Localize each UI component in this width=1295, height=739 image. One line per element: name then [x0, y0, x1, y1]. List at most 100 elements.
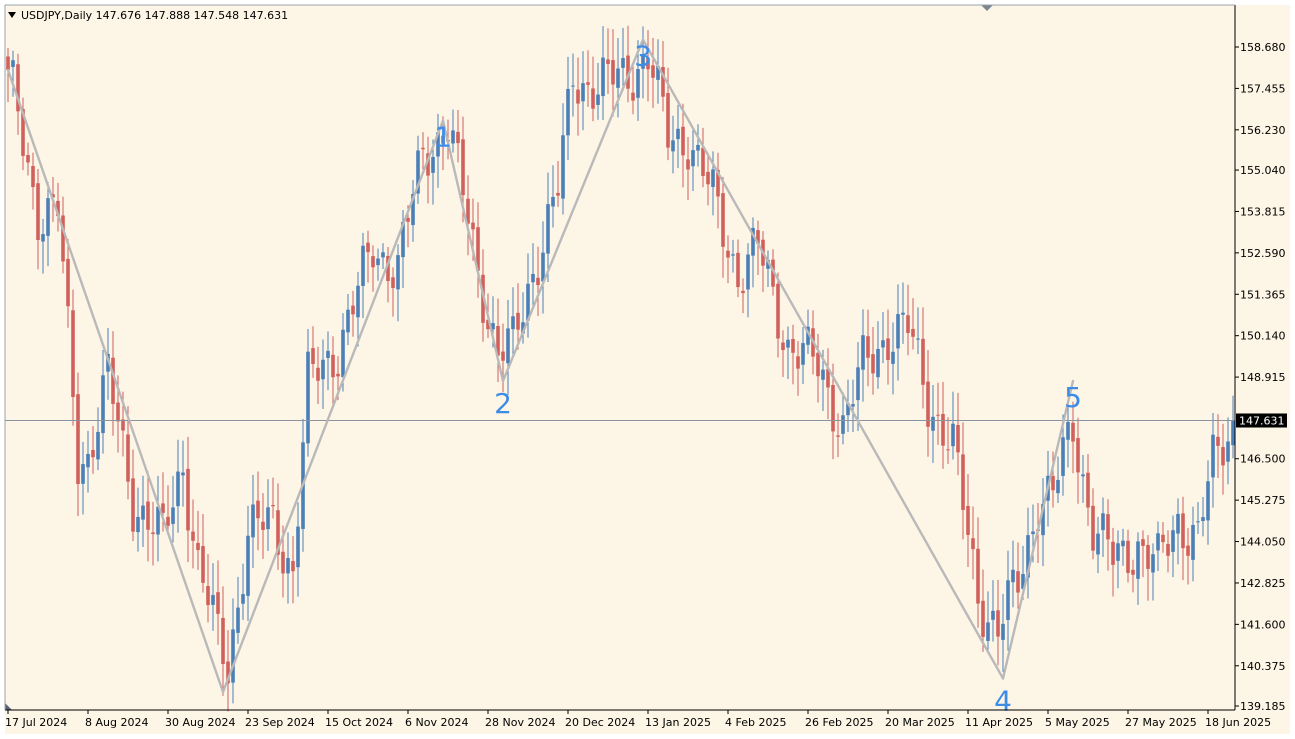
bear-candle: [886, 338, 890, 360]
bull-candle: [916, 338, 920, 340]
bear-candle: [736, 252, 740, 288]
price-tick-label: 157.455: [1240, 82, 1286, 95]
bull-candle: [1151, 554, 1155, 573]
bull-candle: [851, 404, 855, 407]
bull-candle: [896, 314, 900, 349]
bear-candle: [31, 166, 35, 188]
bull-candle: [696, 144, 700, 151]
bear-candle: [576, 89, 580, 104]
bear-candle: [961, 454, 965, 510]
bull-candle: [1011, 569, 1015, 583]
bull-candle: [1136, 541, 1140, 579]
bear-candle: [686, 159, 690, 170]
bull-candle: [671, 140, 675, 152]
bear-candle: [921, 338, 925, 385]
symbol-dropdown-icon[interactable]: [8, 12, 16, 18]
price-tick-label: 140.375: [1240, 660, 1286, 673]
bull-candle: [901, 312, 905, 315]
bull-candle: [171, 507, 175, 524]
bull-candle: [596, 94, 600, 105]
bear-candle: [1131, 569, 1135, 575]
bear-candle: [256, 500, 260, 519]
bull-candle: [511, 316, 515, 330]
bear-candle: [311, 348, 315, 364]
price-tick-label: 156.230: [1240, 124, 1286, 137]
chart-canvas[interactable]: 1 2 3 4 5 158.680 157.455 156.230 155.040 153.81…: [0, 0, 1295, 739]
bear-candle: [871, 354, 875, 374]
bull-candle: [361, 245, 365, 286]
bull-candle: [1196, 521, 1200, 523]
price-tick-label: 153.815: [1240, 205, 1286, 218]
bear-candle: [1106, 514, 1110, 540]
bear-candle: [71, 310, 75, 398]
bull-candle: [1061, 437, 1065, 476]
bear-candle: [121, 419, 125, 431]
bear-candle: [191, 531, 195, 541]
bear-candle: [146, 501, 150, 530]
bear-candle: [196, 542, 200, 551]
price-tick-label: 145.275: [1240, 494, 1286, 507]
price-tick-label: 139.185: [1240, 700, 1286, 713]
bull-candle: [1171, 530, 1175, 552]
bull-candle: [356, 285, 360, 318]
bear-candle: [1126, 540, 1130, 573]
price-tick-label: 152.590: [1240, 247, 1286, 260]
bull-candle: [1176, 513, 1180, 534]
bear-candle: [796, 356, 800, 369]
bull-candle: [621, 58, 625, 68]
bull-candle: [296, 526, 300, 568]
bull-candle: [246, 535, 250, 596]
bear-candle: [166, 516, 170, 526]
bear-candle: [201, 546, 205, 583]
bull-candle: [381, 252, 385, 258]
bear-candle: [1016, 571, 1020, 593]
time-tick-label: 20 Dec 2024: [565, 716, 635, 729]
bear-candle: [911, 328, 915, 337]
time-tick-label: 30 Aug 2024: [165, 716, 235, 729]
bear-candle: [536, 277, 540, 286]
price-tick-label: 141.600: [1240, 618, 1286, 631]
bull-candle: [691, 150, 695, 167]
bear-candle: [26, 154, 30, 163]
bear-candle: [391, 277, 395, 289]
symbol-header-text: USDJPY,Daily 147.676 147.888 147.548 147…: [21, 9, 289, 22]
bull-candle: [321, 359, 325, 380]
bear-candle: [1186, 545, 1190, 556]
time-tick-label: 27 May 2025: [1125, 716, 1197, 729]
bear-candle: [1216, 436, 1220, 446]
bull-candle: [891, 351, 895, 364]
bear-candle: [351, 305, 355, 315]
bear-candle: [126, 434, 130, 482]
price-tick-label: 150.140: [1240, 330, 1286, 343]
bear-candle: [941, 413, 945, 446]
wave-label-5: 5: [1064, 381, 1082, 414]
bear-candle: [151, 532, 155, 535]
bull-candle: [231, 629, 235, 683]
bear-candle: [66, 258, 70, 307]
bull-candle: [616, 68, 620, 88]
bear-candle: [291, 561, 295, 572]
time-tick-label: 15 Oct 2024: [325, 716, 393, 729]
bear-candle: [726, 250, 730, 258]
bull-candle: [546, 204, 550, 254]
bull-candle: [326, 350, 330, 358]
bull-candle: [876, 348, 880, 378]
bear-candle: [556, 192, 560, 196]
bear-candle: [591, 88, 595, 109]
bear-candle: [366, 242, 370, 253]
bull-candle: [1001, 623, 1005, 640]
bull-candle: [1066, 421, 1070, 440]
bear-candle: [501, 351, 505, 361]
bull-candle: [786, 339, 790, 348]
bear-candle: [1111, 541, 1115, 565]
bull-candle: [96, 431, 100, 460]
bear-candle: [271, 505, 275, 507]
bear-candle: [471, 222, 475, 230]
bear-candle: [1076, 438, 1080, 473]
bear-candle: [36, 183, 40, 240]
price-tick-label: 142.825: [1240, 577, 1286, 590]
bull-candle: [176, 471, 180, 507]
bull-candle: [1006, 580, 1010, 620]
bear-candle: [6, 56, 10, 70]
bull-candle: [1231, 420, 1235, 446]
